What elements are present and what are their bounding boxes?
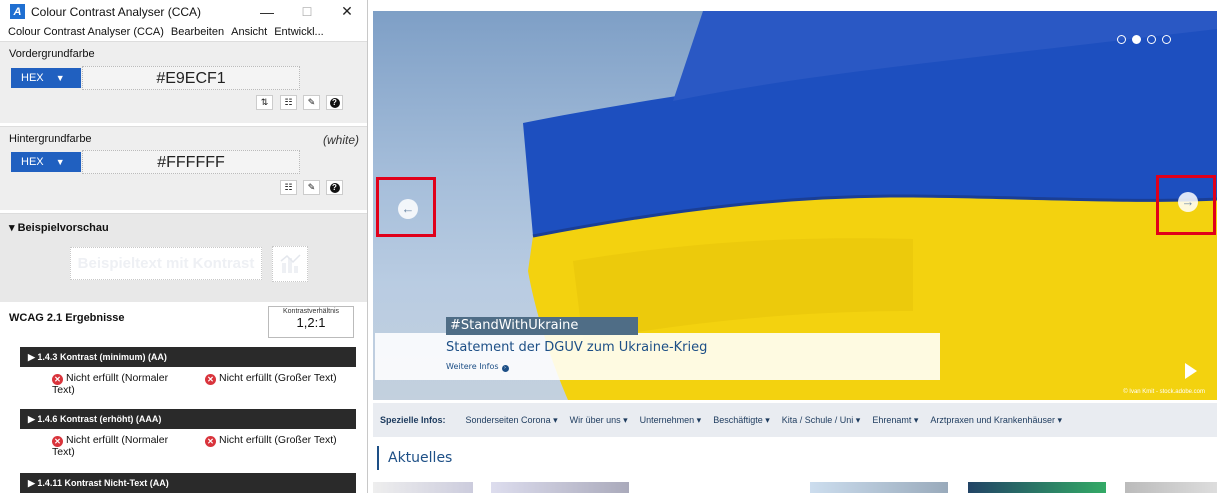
slide-dot[interactable] xyxy=(1117,35,1126,44)
news-thumbnail[interactable] xyxy=(968,482,1106,493)
arrow-right-icon[interactable]: → xyxy=(1178,192,1198,212)
preview-section: ▾ Beispielvorschau Beispieltext mit Kont… xyxy=(0,213,367,302)
eyedropper-icon[interactable]: ✎ xyxy=(303,95,320,110)
eyedropper-icon[interactable]: ✎ xyxy=(303,180,320,195)
slide-dot[interactable] xyxy=(1147,35,1156,44)
menu-view[interactable]: Ansicht xyxy=(231,26,267,38)
nav-item-volunteering[interactable]: Ehrenamt ▾ xyxy=(872,415,918,426)
background-color-name: (white) xyxy=(322,133,359,147)
minimize-button[interactable]: — xyxy=(247,4,287,20)
window-title: Colour Contrast Analyser (CCA) xyxy=(31,4,202,19)
swap-colors-icon[interactable]: ⇅ xyxy=(256,95,273,110)
nav-item-companies[interactable]: Unternehmen ▾ xyxy=(640,415,702,426)
news-thumbnail[interactable] xyxy=(491,482,629,493)
news-thumbnail[interactable] xyxy=(373,482,473,493)
criterion-146-toggle[interactable]: ▶ 1.4.6 Kontrast (erhöht) (AAA) xyxy=(20,409,356,429)
news-thumbnail[interactable] xyxy=(1125,482,1217,493)
background-heading: Hintergrundfarbe xyxy=(9,133,92,145)
foreground-hex-input[interactable]: #E9ECF1 xyxy=(82,66,300,90)
sliders-icon[interactable]: ☷ xyxy=(280,95,297,110)
nav-item-about[interactable]: Wir über uns ▾ xyxy=(570,415,628,426)
hero-title-link[interactable]: Statement der DGUV zum Ukraine-Krieg xyxy=(446,340,707,355)
background-format-label: HEX xyxy=(21,156,44,168)
criterion-143-normal-result: ✕ Nicht erfüllt (Normaler Text) xyxy=(52,373,192,396)
contrast-ratio-box: Kontrastverhältnis 1,2:1 xyxy=(268,306,354,338)
criterion-146-large-result: ✕ Nicht erfüllt (Großer Text) xyxy=(205,435,365,447)
fail-icon: ✕ xyxy=(205,374,216,385)
criterion-146-normal-result: ✕ Nicht erfüllt (Normaler Text) xyxy=(52,435,192,458)
chevron-down-icon: ▼ xyxy=(55,157,65,167)
foreground-heading: Vordergrundfarbe xyxy=(9,48,95,60)
nav-item-employees[interactable]: Beschäftigte ▾ xyxy=(713,415,770,426)
chevron-down-icon: ▼ xyxy=(55,73,65,83)
criterion-1411-toggle[interactable]: ▶ 1.4.11 Kontrast Nicht-Text (AA) xyxy=(20,473,356,493)
nav-item-schools[interactable]: Kita / Schule / Uni ▾ xyxy=(782,415,861,426)
background-section: Hintergrundfarbe (white) HEX ▼ #FFFFFF ☷… xyxy=(0,126,367,210)
background-hex-input[interactable]: #FFFFFF xyxy=(82,150,300,174)
nav-item-medical[interactable]: Arztpraxen und Krankenhäuser ▾ xyxy=(930,415,1062,426)
news-heading: Aktuelles xyxy=(377,446,452,470)
special-info-nav: Spezielle Infos: Sonderseiten Corona ▾ W… xyxy=(373,403,1217,437)
contrast-ratio-label: Kontrastverhältnis xyxy=(282,308,340,315)
results-section: WCAG 2.1 Ergebnisse Kontrastverhältnis 1… xyxy=(0,302,367,493)
title-bar: A Colour Contrast Analyser (CCA) — ☐ ✕ xyxy=(0,0,367,23)
chevron-right-icon: › xyxy=(501,365,509,372)
result-text: Nicht erfüllt (Normaler Text) xyxy=(52,372,169,396)
website-page: ← → #StandWithUkraine Statement der DGUV… xyxy=(368,0,1217,493)
preview-sample-text: Beispieltext mit Kontrast xyxy=(70,247,262,280)
menu-developer[interactable]: Entwickl... xyxy=(274,26,324,38)
slide-dot-active[interactable] xyxy=(1132,35,1141,44)
nav-lead: Spezielle Infos: xyxy=(380,415,446,425)
arrow-left-icon[interactable]: ← xyxy=(398,199,418,219)
help-icon[interactable]: ? xyxy=(326,180,343,195)
hero-slider: ← → #StandWithUkraine Statement der DGUV… xyxy=(373,11,1217,400)
result-text: Nicht erfüllt (Normaler Text) xyxy=(52,434,169,458)
help-icon[interactable]: ? xyxy=(326,95,343,110)
play-icon[interactable] xyxy=(1185,363,1197,379)
contrast-ratio-value: 1,2:1 xyxy=(296,315,326,330)
cca-logo-icon: A xyxy=(10,4,25,19)
more-info-link[interactable]: Weitere Infos › xyxy=(446,362,509,372)
news-thumbnail[interactable] xyxy=(810,482,948,493)
foreground-section: Vordergrundfarbe HEX ▼ #E9ECF1 ⇅ ☷ ✎ ? xyxy=(0,41,367,123)
preview-toggle[interactable]: ▾ Beispielvorschau xyxy=(9,221,109,234)
hero-tag[interactable]: #StandWithUkraine xyxy=(446,317,638,335)
cca-window: A Colour Contrast Analyser (CCA) — ☐ ✕ C… xyxy=(0,0,368,493)
menu-edit[interactable]: Bearbeiten xyxy=(171,26,224,38)
foreground-format-select[interactable]: HEX ▼ xyxy=(11,68,81,88)
criterion-143-toggle[interactable]: ▶ 1.4.3 Kontrast (minimum) (AA) xyxy=(20,347,356,367)
sliders-icon[interactable]: ☷ xyxy=(280,180,297,195)
more-info-label: Weitere Infos xyxy=(446,362,499,371)
photo-credit: © Ivan Kmit - stock.adobe.com xyxy=(1123,389,1205,395)
result-text: Nicht erfüllt (Großer Text) xyxy=(219,434,337,446)
maximize-button[interactable]: ☐ xyxy=(287,5,327,19)
results-heading: WCAG 2.1 Ergebnisse xyxy=(9,312,125,324)
preview-chart-icon xyxy=(272,246,308,282)
nav-item-corona[interactable]: Sonderseiten Corona ▾ xyxy=(466,415,558,426)
criterion-143-large-result: ✕ Nicht erfüllt (Großer Text) xyxy=(205,373,365,385)
menu-bar: Colour Contrast Analyser (CCA) Bearbeite… xyxy=(0,23,367,41)
slide-dot[interactable] xyxy=(1162,35,1171,44)
result-text: Nicht erfüllt (Großer Text) xyxy=(219,372,337,384)
menu-app[interactable]: Colour Contrast Analyser (CCA) xyxy=(8,26,164,38)
slider-dots xyxy=(1117,35,1171,44)
foreground-format-label: HEX xyxy=(21,72,44,84)
fail-icon: ✕ xyxy=(205,436,216,447)
background-format-select[interactable]: HEX ▼ xyxy=(11,152,81,172)
close-button[interactable]: ✕ xyxy=(327,3,367,20)
